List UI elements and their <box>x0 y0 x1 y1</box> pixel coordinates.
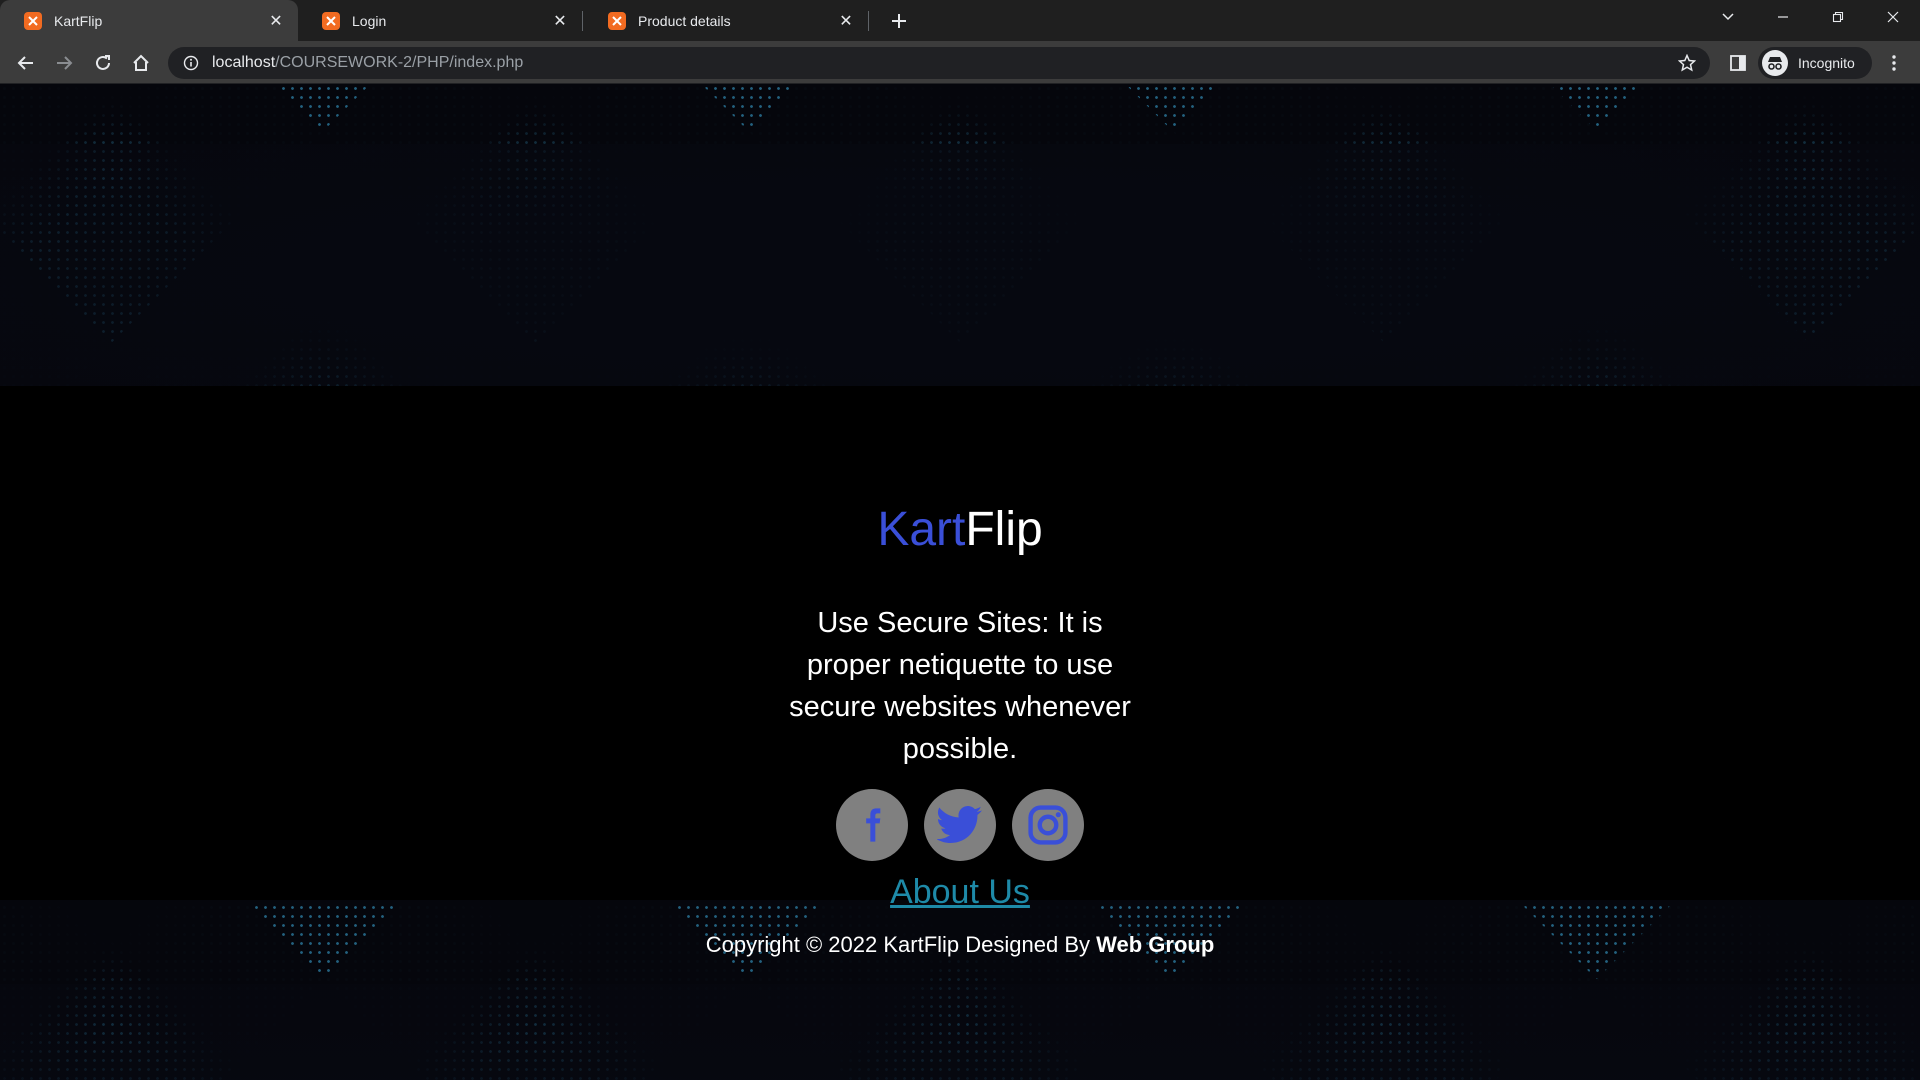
arrow-left-icon <box>17 56 33 70</box>
xampp-favicon-icon <box>24 11 42 30</box>
facebook-button[interactable] <box>836 789 908 861</box>
copyright-author: Web Group <box>1096 932 1215 957</box>
reload-button[interactable] <box>87 47 119 79</box>
brand-flip: Flip <box>965 503 1043 556</box>
xampp-favicon-icon <box>608 11 626 30</box>
url-text: localhost/COURSEWORK-2/PHP/index.php <box>212 54 523 72</box>
page-viewport: KartFlip Use Secure Sites: It is proper … <box>0 84 1920 1080</box>
new-tab-button[interactable] <box>885 7 913 35</box>
back-button[interactable] <box>10 47 42 79</box>
netiquette-tip: Use Secure Sites: It is proper netiquett… <box>789 607 1131 765</box>
instagram-button[interactable] <box>1012 789 1084 861</box>
url-host: localhost <box>212 54 276 71</box>
tab-login[interactable]: Login ✕ <box>298 0 582 41</box>
chevron-down-icon <box>1721 13 1734 21</box>
twitter-icon <box>937 806 983 844</box>
arrow-right-icon <box>57 56 73 70</box>
copyright-text: Copyright © 2022 KartFlip Designed By We… <box>0 932 1920 958</box>
browser-tab-bar: KartFlip ✕ Login ✕ Product details ✕ <box>0 0 1920 41</box>
tab-separator <box>868 11 869 31</box>
tab-title: KartFlip <box>54 12 103 29</box>
brand-kart: Kart <box>877 503 966 556</box>
twitter-button[interactable] <box>924 789 996 861</box>
background-pattern <box>0 984 1920 1080</box>
restore-icon <box>1832 11 1843 23</box>
close-window-button[interactable] <box>1865 0 1920 34</box>
plus-icon <box>892 14 906 28</box>
address-bar[interactable]: localhost/COURSEWORK-2/PHP/index.php <box>168 47 1710 79</box>
incognito-icon <box>1762 50 1788 76</box>
bookmark-star-icon[interactable] <box>1677 53 1697 72</box>
close-icon <box>1887 11 1898 23</box>
tab-title: Product details <box>638 12 731 29</box>
side-panel-button[interactable] <box>1722 47 1754 79</box>
site-footer: KartFlip Use Secure Sites: It is proper … <box>0 386 1920 957</box>
reload-icon <box>96 55 110 70</box>
minimize-icon <box>1777 16 1788 18</box>
footer-brand[interactable]: KartFlip <box>0 502 1920 558</box>
home-icon <box>133 54 149 71</box>
menu-button[interactable] <box>1878 47 1910 79</box>
close-icon[interactable]: ✕ <box>266 11 286 31</box>
tab-separator <box>582 11 583 31</box>
incognito-profile-button[interactable]: Incognito <box>1758 47 1872 79</box>
instagram-icon <box>1028 805 1068 845</box>
tab-title: Login <box>352 12 387 29</box>
tab-kartflip[interactable]: KartFlip ✕ <box>0 0 298 41</box>
about-us-link[interactable]: About Us <box>0 872 1920 912</box>
close-icon[interactable]: ✕ <box>836 11 856 31</box>
minimize-button[interactable] <box>1755 0 1810 34</box>
home-button[interactable] <box>125 47 157 79</box>
browser-toolbar: localhost/COURSEWORK-2/PHP/index.php Inc… <box>0 41 1920 84</box>
social-links <box>0 789 1920 861</box>
facebook-icon <box>866 808 881 842</box>
more-vert-icon <box>1892 55 1896 71</box>
tab-product-details[interactable]: Product details ✕ <box>584 0 868 41</box>
tab-search-button[interactable] <box>1700 0 1755 34</box>
side-panel-icon <box>1730 55 1746 71</box>
xampp-favicon-icon <box>322 11 340 30</box>
info-icon[interactable] <box>182 54 200 72</box>
copyright-prefix: Copyright © 2022 KartFlip Designed By <box>705 932 1097 957</box>
restore-button[interactable] <box>1810 0 1865 34</box>
close-icon[interactable]: ✕ <box>550 11 570 31</box>
profile-label: Incognito <box>1798 55 1855 71</box>
hero-background <box>0 144 1920 404</box>
forward-button[interactable] <box>48 47 80 79</box>
url-path: /COURSEWORK-2/PHP/index.php <box>275 54 524 71</box>
